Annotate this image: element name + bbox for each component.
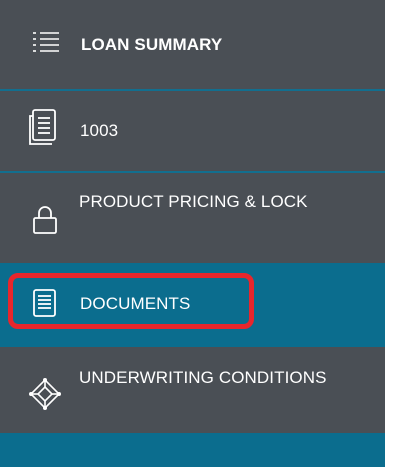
sidebar-item-label: PRODUCT PRICING & LOCK <box>79 192 308 211</box>
sidebar-item-documents[interactable]: DOCUMENTS <box>0 263 385 347</box>
sidebar-item-partial[interactable] <box>0 433 385 467</box>
document-icon <box>32 288 58 318</box>
lock-icon <box>32 205 58 235</box>
diamond-network-icon <box>28 377 62 411</box>
sidebar-item-label: DOCUMENTS <box>80 294 191 313</box>
sidebar-item-product-pricing-lock[interactable]: PRODUCT PRICING & LOCK <box>0 173 385 263</box>
sidebar-item-label: 1003 <box>80 121 119 140</box>
form-icon <box>27 108 61 146</box>
sidebar-item-loan-summary[interactable]: LOAN SUMMARY <box>0 0 385 89</box>
sidebar-item-underwriting-conditions[interactable]: UNDERWRITING CONDITIONS <box>0 347 385 433</box>
sidebar-nav: LOAN SUMMARY 1003 PRODUCT PRICING & LOCK… <box>0 0 385 467</box>
sidebar-item-label: LOAN SUMMARY <box>81 35 223 54</box>
sidebar-item-label: UNDERWRITING CONDITIONS <box>79 368 327 387</box>
sidebar-item-1003[interactable]: 1003 <box>0 91 385 171</box>
list-icon <box>32 30 60 56</box>
